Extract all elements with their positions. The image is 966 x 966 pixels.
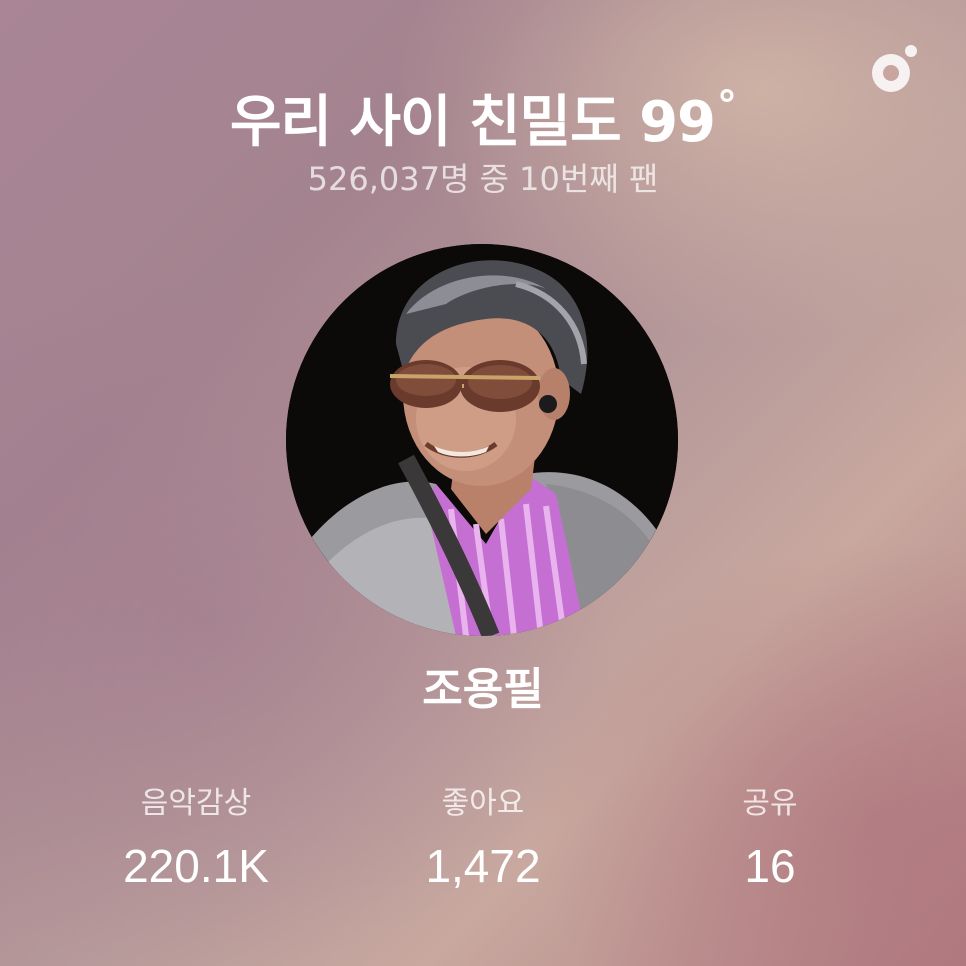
stat-listen-value: 220.1K [123, 840, 269, 892]
card-content: 우리 사이 친밀도 99° 526,037명 중 10번째 팬 조용필 음악감상… [0, 0, 966, 966]
affinity-title-text: 우리 사이 친밀도 99 [229, 90, 716, 155]
degree-symbol: ° [717, 83, 737, 129]
stat-share: 공유 16 [620, 780, 920, 896]
stat-like: 좋아요 1,472 [333, 780, 633, 896]
artist-avatar [286, 244, 678, 636]
stat-share-label: 공유 [742, 786, 798, 821]
stat-share-value: 16 [744, 840, 796, 892]
fan-rank-subtitle: 526,037명 중 10번째 팬 [307, 160, 659, 198]
artist-name: 조용필 [422, 664, 544, 715]
fan-affinity-card: 우리 사이 친밀도 99° 526,037명 중 10번째 팬 조용필 음악감상… [0, 0, 966, 966]
stat-listen-label: 음악감상 [140, 786, 252, 821]
stat-like-label: 좋아요 [441, 786, 525, 821]
stat-like-value: 1,472 [425, 840, 541, 892]
affinity-title: 우리 사이 친밀도 99° [0, 68, 966, 161]
artist-photo [286, 244, 678, 636]
stat-listen: 음악감상 220.1K [46, 780, 346, 896]
